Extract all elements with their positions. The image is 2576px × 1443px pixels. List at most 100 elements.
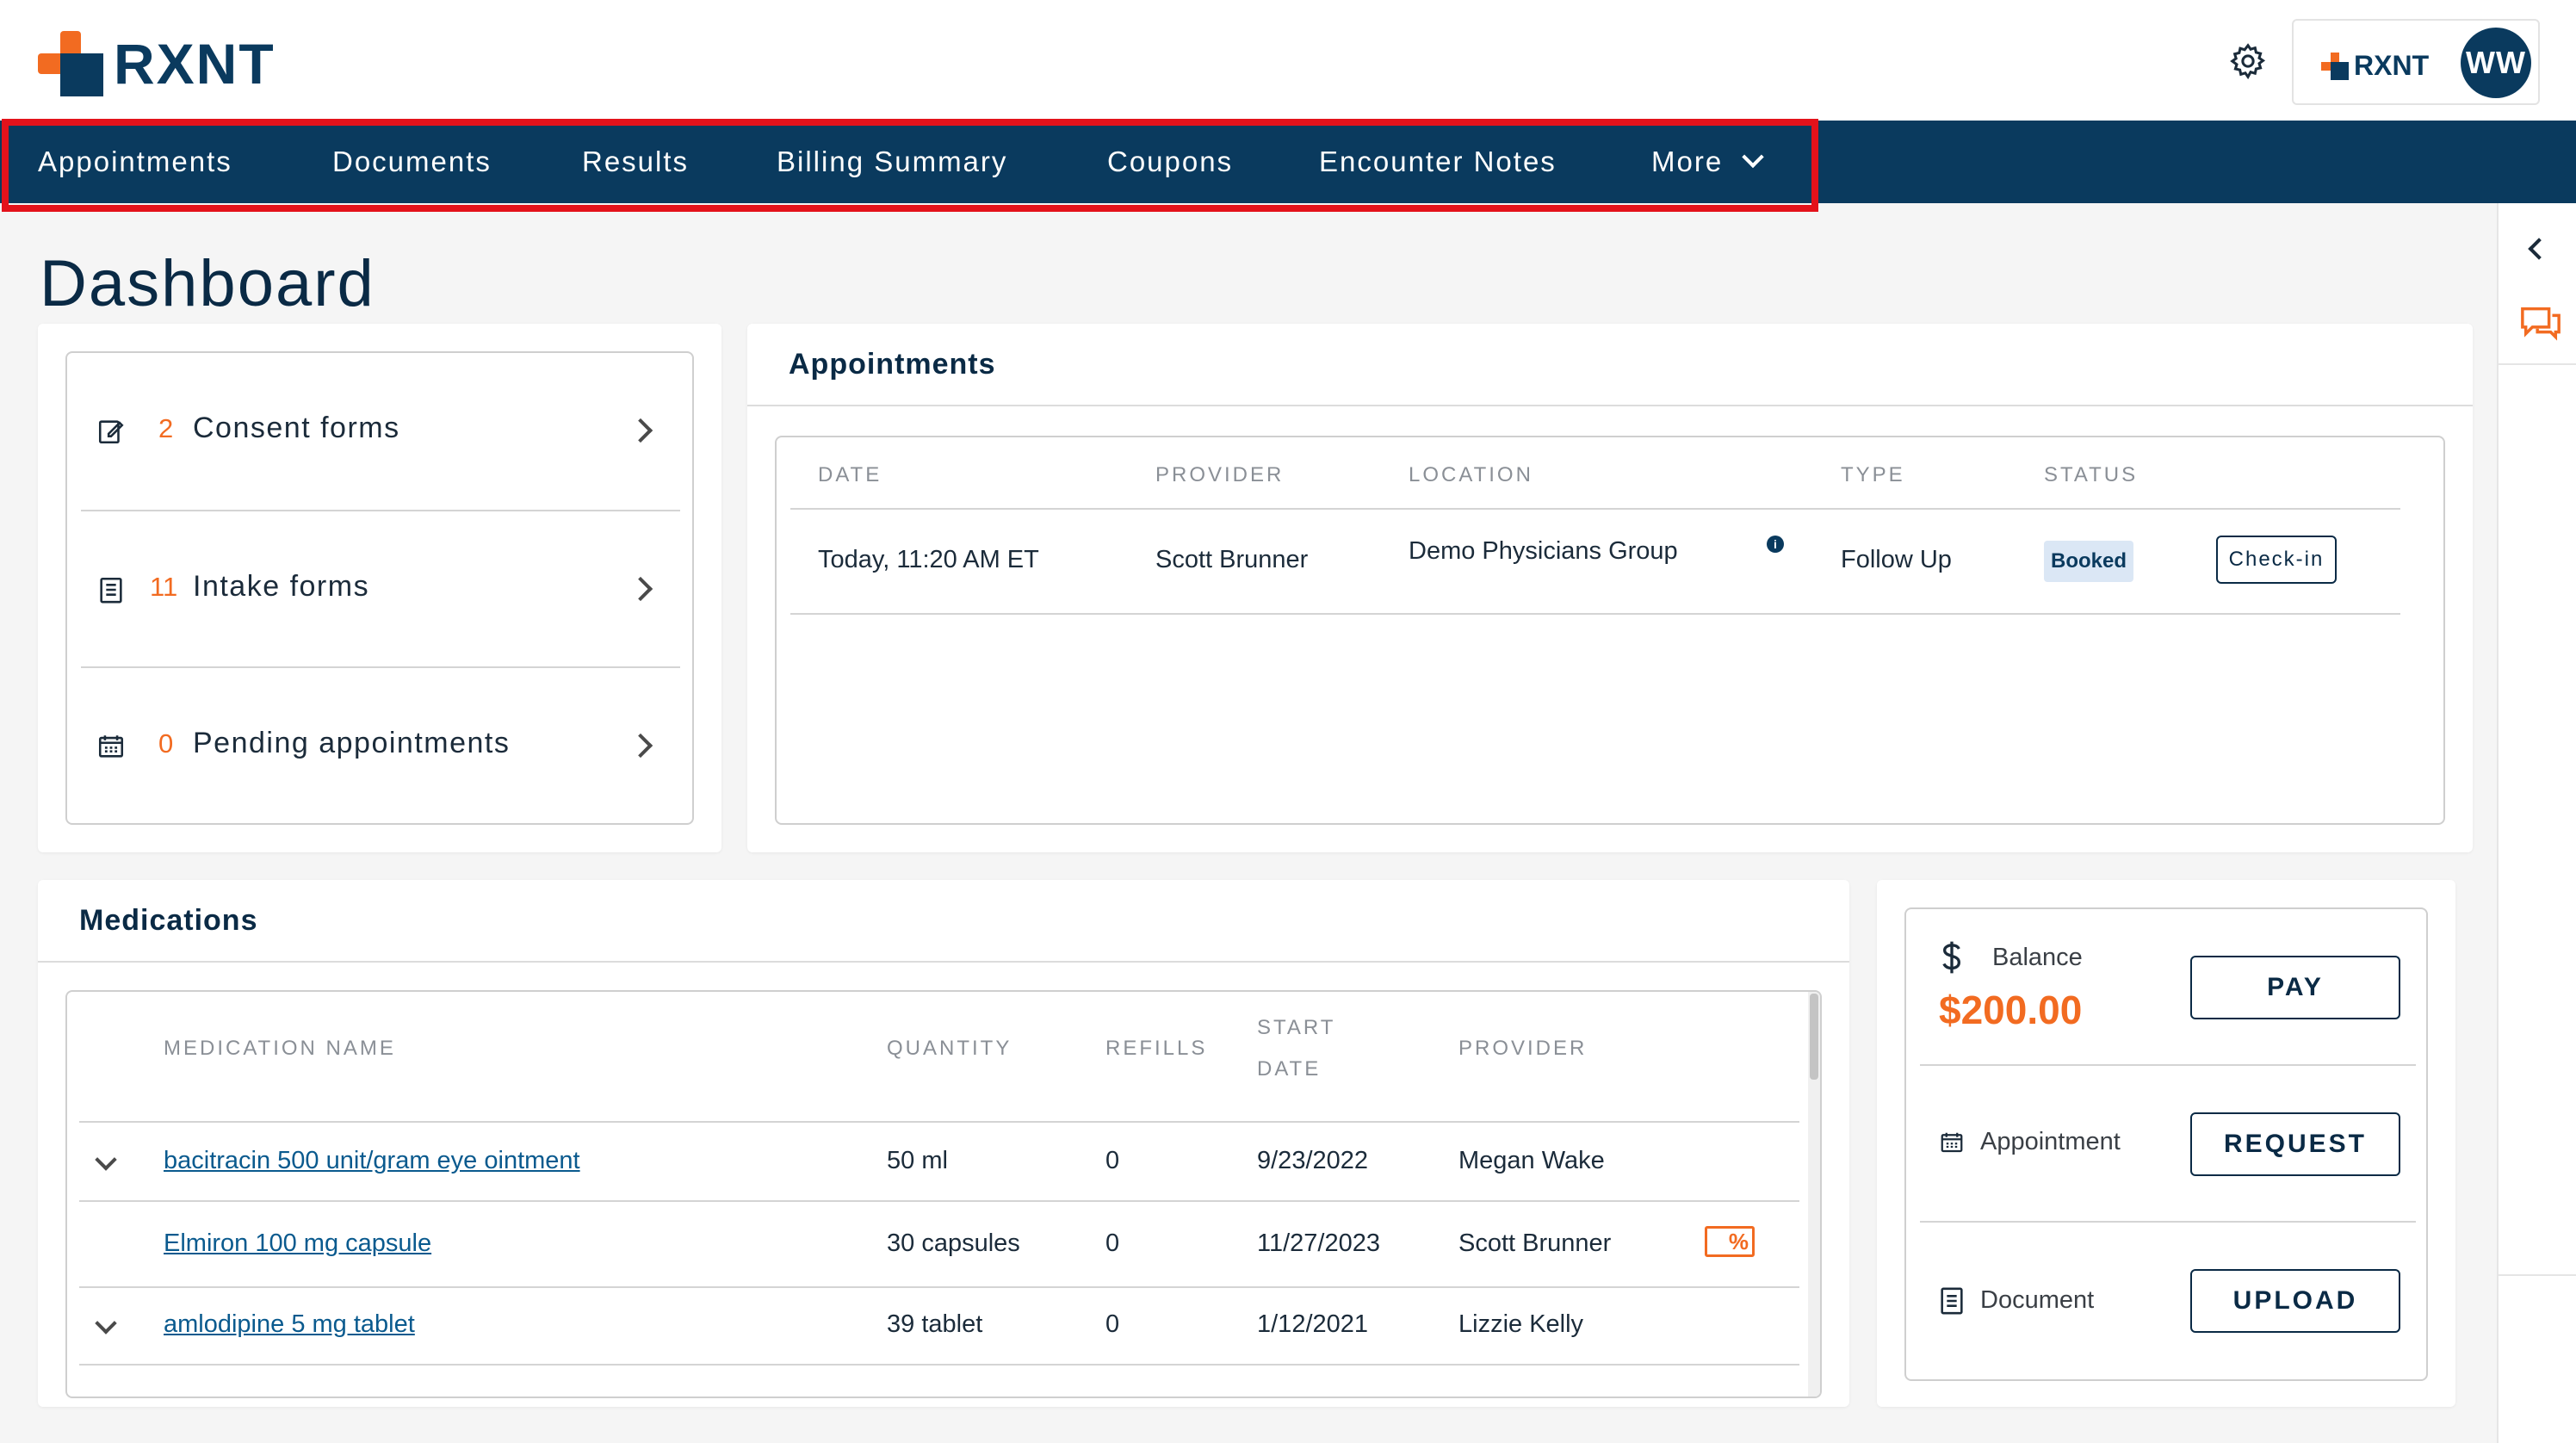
pending-appointments-row[interactable]: 0 Pending appointments bbox=[81, 668, 680, 823]
rxnt-logo[interactable]: RXNT bbox=[38, 29, 276, 98]
consent-forms-label: Consent forms bbox=[193, 412, 400, 444]
appointments-table: DATE PROVIDER LOCATION TYPE STATUS Today… bbox=[775, 436, 2445, 825]
balance-label: Balance bbox=[1992, 944, 2083, 971]
calendar-icon bbox=[98, 735, 124, 758]
collapse-chevron-icon[interactable] bbox=[2528, 238, 2550, 260]
top-header: RXNT RXNT WW bbox=[0, 0, 2576, 121]
rail-divider bbox=[2499, 363, 2576, 365]
appt-date: Today, 11:20 AM ET bbox=[818, 546, 1039, 573]
medication-refills: 0 bbox=[1105, 1310, 1120, 1338]
chip-brand: RXNT bbox=[2354, 50, 2430, 81]
calendar-icon bbox=[1941, 1132, 1963, 1153]
nav-coupons[interactable]: Coupons bbox=[1107, 121, 1233, 203]
nav-results[interactable]: Results bbox=[582, 121, 689, 203]
nav-billing-summary[interactable]: Billing Summary bbox=[777, 121, 1007, 203]
logo-text: RXNT bbox=[114, 32, 276, 96]
request-button[interactable]: REQUEST bbox=[2190, 1112, 2400, 1176]
account-chip[interactable]: RXNT WW bbox=[2292, 19, 2540, 105]
col-refills: REFILLS bbox=[1105, 1037, 1208, 1060]
chat-icon[interactable] bbox=[2519, 305, 2562, 343]
col-medication-name: MEDICATION NAME bbox=[164, 1037, 396, 1060]
col-start: START bbox=[1257, 1016, 1336, 1039]
card-header: Medications bbox=[38, 880, 1849, 963]
status-badge: Booked bbox=[2044, 541, 2134, 582]
divider bbox=[1920, 1064, 2416, 1066]
header-divider bbox=[790, 508, 2400, 510]
medications-title: Medications bbox=[79, 904, 258, 937]
rail-divider bbox=[2499, 1274, 2576, 1276]
balance-amount: $200.00 bbox=[1939, 988, 2083, 1032]
page-title: Dashboard bbox=[40, 247, 375, 320]
medication-quantity: 50 ml bbox=[887, 1147, 948, 1174]
row-divider bbox=[79, 1200, 1799, 1202]
forms-list: 2 Consent forms 11 Intake forms 0 Pendin… bbox=[65, 351, 694, 825]
row-divider bbox=[790, 613, 2400, 615]
medication-provider: Scott Brunner bbox=[1458, 1229, 1612, 1257]
nav-appointments[interactable]: Appointments bbox=[38, 121, 232, 203]
expand-row-chevron-icon[interactable] bbox=[95, 1149, 117, 1171]
intake-forms-label: Intake forms bbox=[193, 570, 370, 603]
appointments-title: Appointments bbox=[789, 348, 996, 381]
gear-icon[interactable] bbox=[2228, 41, 2268, 81]
medication-link[interactable]: amlodipine 5 mg tablet bbox=[164, 1310, 415, 1339]
medications-card: Medications MEDICATION NAME QUANTITY REF… bbox=[38, 880, 1849, 1407]
nav-documents[interactable]: Documents bbox=[332, 121, 492, 203]
edit-document-icon bbox=[98, 420, 124, 444]
pending-appointments-label: Pending appointments bbox=[193, 727, 511, 759]
check-in-button[interactable]: Check-in bbox=[2216, 536, 2337, 584]
billing-card: Balance $200.00 PAY Appointment REQUEST … bbox=[1877, 880, 2455, 1407]
chevron-right-icon bbox=[628, 576, 653, 602]
info-icon[interactable]: i bbox=[1767, 536, 1784, 553]
header-divider bbox=[79, 1121, 1799, 1123]
avatar[interactable]: WW bbox=[2461, 28, 2531, 98]
medication-start-date: 1/12/2021 bbox=[1257, 1310, 1369, 1338]
row-divider bbox=[79, 1286, 1799, 1288]
medication-quantity: 39 tablet bbox=[887, 1310, 983, 1338]
medications-table: MEDICATION NAME QUANTITY REFILLS START D… bbox=[65, 990, 1822, 1398]
nav-encounter-notes[interactable]: Encounter Notes bbox=[1319, 121, 1557, 203]
chevron-down-icon bbox=[1742, 146, 1764, 169]
nav-more[interactable]: More bbox=[1651, 121, 1764, 203]
medication-start-date: 9/23/2022 bbox=[1257, 1147, 1369, 1174]
col-status: STATUS bbox=[2044, 463, 2139, 486]
chevron-right-icon bbox=[628, 733, 653, 759]
pay-button[interactable]: PAY bbox=[2190, 956, 2400, 1019]
scrollbar-thumb[interactable] bbox=[1810, 994, 1818, 1080]
appointments-card: Appointments DATE PROVIDER LOCATION TYPE… bbox=[747, 324, 2473, 852]
consent-forms-row[interactable]: 2 Consent forms bbox=[81, 353, 680, 508]
col-provider: PROVIDER bbox=[1458, 1037, 1588, 1060]
appt-type: Follow Up bbox=[1841, 546, 1952, 573]
medication-refills: 0 bbox=[1105, 1147, 1120, 1174]
dollar-icon bbox=[1942, 941, 1961, 974]
appointment-label: Appointment bbox=[1980, 1128, 2121, 1155]
chevron-right-icon bbox=[628, 418, 653, 443]
nav-more-label: More bbox=[1651, 146, 1724, 177]
appt-location: Demo Physicians Group bbox=[1409, 537, 1678, 565]
intake-forms-count: 11 bbox=[150, 572, 178, 602]
billing-panel: Balance $200.00 PAY Appointment REQUEST … bbox=[1904, 907, 2428, 1381]
medication-link[interactable]: bacitracin 500 unit/gram eye ointment bbox=[164, 1147, 580, 1175]
chip-logo: RXNT bbox=[2321, 50, 2429, 82]
pending-appointments-count: 0 bbox=[158, 728, 174, 759]
col-location: LOCATION bbox=[1409, 463, 1533, 486]
consent-forms-count: 2 bbox=[158, 413, 174, 443]
coupon-icon[interactable]: % bbox=[1705, 1226, 1755, 1257]
appt-provider: Scott Brunner bbox=[1155, 546, 1309, 573]
document-label: Document bbox=[1980, 1286, 2095, 1314]
col-provider: PROVIDER bbox=[1155, 463, 1285, 486]
divider bbox=[1920, 1221, 2416, 1223]
upload-button[interactable]: UPLOAD bbox=[2190, 1269, 2400, 1333]
medication-quantity: 30 capsules bbox=[887, 1229, 1020, 1257]
medication-link[interactable]: Elmiron 100 mg capsule bbox=[164, 1229, 431, 1258]
card-header: Appointments bbox=[747, 324, 2473, 406]
col-start-date: DATE bbox=[1257, 1057, 1322, 1081]
right-rail bbox=[2497, 203, 2576, 1443]
medication-refills: 0 bbox=[1105, 1229, 1120, 1257]
col-type: TYPE bbox=[1841, 463, 1905, 486]
intake-forms-row[interactable]: 11 Intake forms bbox=[81, 511, 680, 666]
rxnt-cross-icon bbox=[2321, 52, 2349, 80]
expand-row-chevron-icon[interactable] bbox=[95, 1312, 117, 1335]
col-quantity: QUANTITY bbox=[887, 1037, 1012, 1060]
row-divider bbox=[79, 1364, 1799, 1366]
medication-provider: Megan Wake bbox=[1458, 1147, 1605, 1174]
